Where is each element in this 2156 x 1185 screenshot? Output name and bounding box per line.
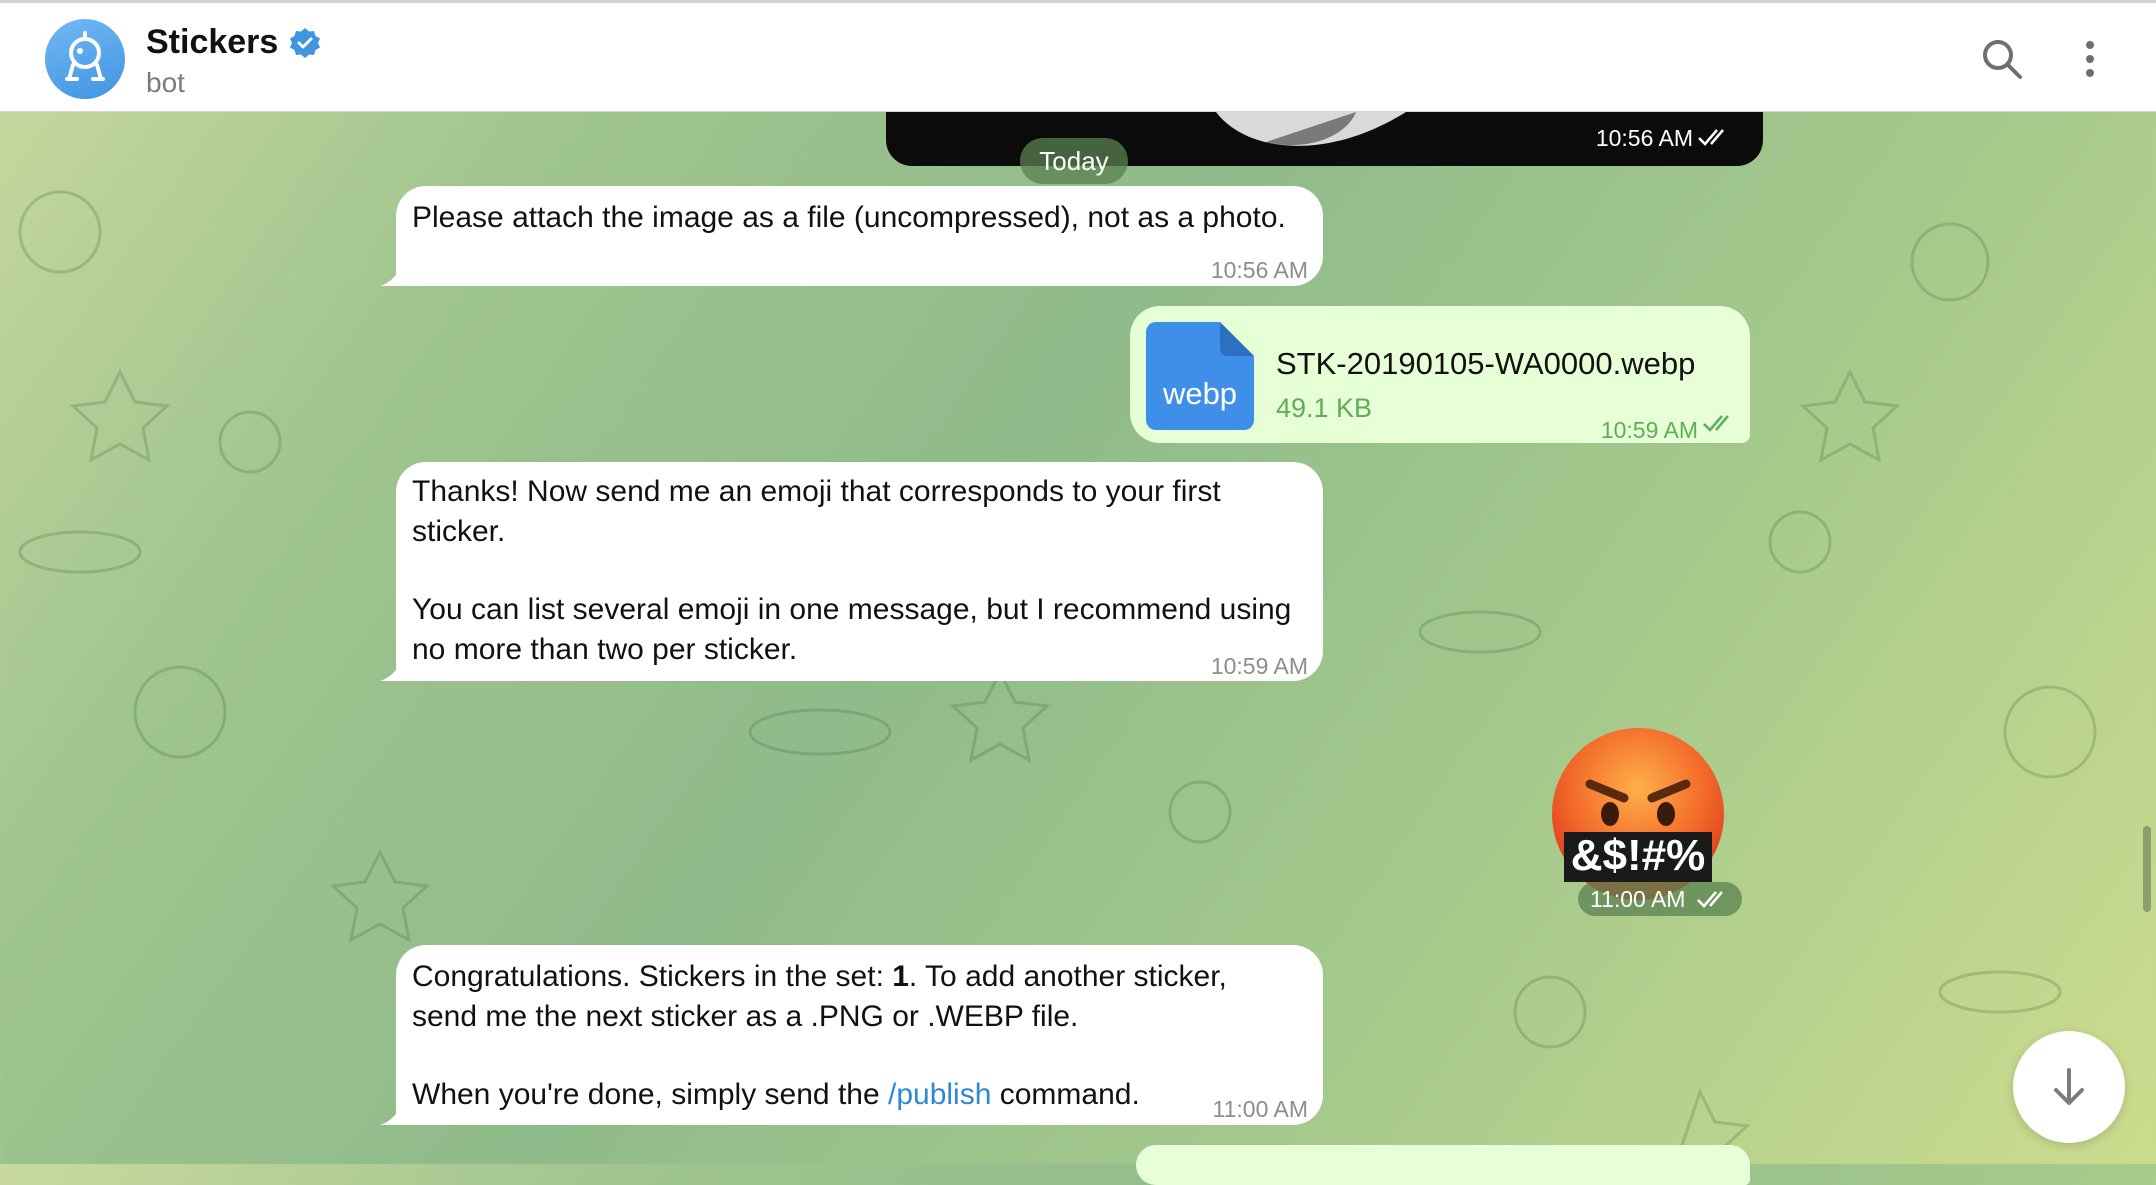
- message-time: 11:00 AM: [1590, 886, 1686, 912]
- message-time: 11:00 AM: [1212, 1096, 1308, 1122]
- message-time: 10:59 AM: [1600, 417, 1698, 443]
- read-checkmarks-icon: [1697, 891, 1723, 908]
- date-separator: Today: [1020, 138, 1128, 184]
- outgoing-file-message[interactable]: webp STK-20190105-WA0000.webp 49.1 KB 10…: [1130, 306, 1750, 443]
- bubble-tail: [380, 264, 402, 286]
- scrollbar[interactable]: [2143, 826, 2151, 912]
- file-name[interactable]: STK-20190105-WA0000.webp: [1276, 344, 1695, 384]
- sticker-count: 1: [892, 960, 909, 993]
- message-time: 10:59 AM: [1210, 653, 1308, 679]
- more-vertical-icon: [2086, 41, 2094, 77]
- message-text: Please attach the image as a file (uncom…: [412, 201, 1286, 234]
- file-size: 49.1 KB: [1276, 393, 1373, 423]
- sticker-time-pill: 11:00 AM: [1578, 882, 1742, 916]
- message-line: You can list several emoji in one messag…: [412, 593, 1292, 626]
- file-extension: webp: [1162, 376, 1238, 411]
- message-text: Thanks! Now send me an emoji that corres…: [412, 472, 1291, 670]
- robot-avatar-icon: [65, 31, 105, 81]
- top-media-message[interactable]: 10:56 AM: [886, 112, 1763, 166]
- chat-header: Stickers bot: [0, 0, 2156, 112]
- search-icon: [1983, 40, 2022, 79]
- bot-avatar[interactable]: [45, 19, 125, 99]
- bubble-tail: [380, 659, 402, 681]
- incoming-message[interactable]: Please attach the image as a file (uncom…: [396, 186, 1323, 286]
- sticker-text: &$!#%: [1570, 831, 1706, 880]
- message-time: 10:56 AM: [1595, 125, 1693, 151]
- incoming-message[interactable]: Thanks! Now send me an emoji that corres…: [396, 462, 1323, 681]
- outgoing-sticker-message[interactable]: &$!#% 11:00 AM: [1548, 724, 1742, 920]
- search-button[interactable]: [1974, 31, 2030, 87]
- verified-badge-icon: [290, 27, 321, 58]
- chat-title[interactable]: Stickers: [146, 23, 278, 62]
- incoming-message[interactable]: Congratulations. Stickers in the set: 1.…: [396, 945, 1323, 1125]
- outgoing-message-partial[interactable]: [1136, 1145, 1750, 1185]
- scroll-to-bottom-button[interactable]: [2013, 1031, 2125, 1143]
- message-line: sticker.: [412, 515, 506, 548]
- more-options-button[interactable]: [2062, 31, 2118, 87]
- bubble-tail: [380, 1103, 402, 1125]
- chat-subtitle: bot: [146, 67, 185, 98]
- arrow-down-icon: [2054, 1068, 2084, 1105]
- message-line: Congratulations. Stickers in the set: 1.…: [412, 960, 1227, 993]
- message-line: send me the next sticker as a .PNG or .W…: [412, 1000, 1079, 1033]
- message-line: When you're done, simply send the /publi…: [412, 1078, 1140, 1111]
- message-line: Thanks! Now send me an emoji that corres…: [412, 475, 1221, 508]
- read-checkmarks-icon: [1698, 129, 1724, 146]
- message-line: no more than two per sticker.: [412, 633, 798, 666]
- message-time: 10:56 AM: [1210, 257, 1308, 283]
- file-icon[interactable]: webp: [1146, 322, 1254, 430]
- message-text: Congratulations. Stickers in the set: 1.…: [412, 957, 1227, 1115]
- read-checkmarks-icon: [1703, 415, 1729, 432]
- publish-command-link[interactable]: /publish: [888, 1078, 991, 1111]
